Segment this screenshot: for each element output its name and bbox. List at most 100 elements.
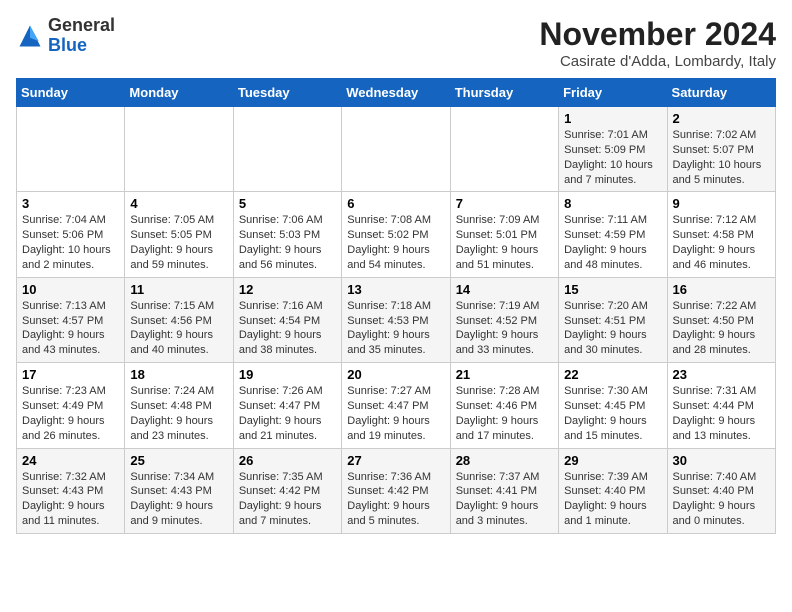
weekday-header: Tuesday: [233, 79, 341, 107]
day-info: Sunrise: 7:09 AM Sunset: 5:01 PM Dayligh…: [456, 213, 553, 272]
day-number: 26: [239, 453, 336, 468]
day-info: Sunrise: 7:23 AM Sunset: 4:49 PM Dayligh…: [22, 384, 119, 443]
calendar-cell: 30 Sunrise: 7:40 AM Sunset: 4:40 PM Dayli…: [667, 448, 775, 533]
calendar-cell: [342, 107, 450, 192]
day-info: Sunrise: 7:11 AM Sunset: 4:59 PM Dayligh…: [564, 213, 661, 272]
calendar-cell: 8 Sunrise: 7:11 AM Sunset: 4:59 PM Daylig…: [559, 192, 667, 277]
day-info: Sunrise: 7:01 AM Sunset: 5:09 PM Dayligh…: [564, 128, 661, 187]
day-info: Sunrise: 7:06 AM Sunset: 5:03 PM Dayligh…: [239, 213, 336, 272]
calendar-cell: 22 Sunrise: 7:30 AM Sunset: 4:45 PM Dayli…: [559, 363, 667, 448]
day-number: 27: [347, 453, 444, 468]
calendar-cell: 4Sunrise: 7:05 AM Sunset: 5:05 PM Daylig…: [125, 192, 233, 277]
calendar-cell: 18Sunrise: 7:24 AM Sunset: 4:48 PM Dayli…: [125, 363, 233, 448]
calendar-cell: 17 Sunrise: 7:23 AM Sunset: 4:49 PM Dayli…: [17, 363, 125, 448]
day-info: Sunrise: 7:12 AM Sunset: 4:58 PM Dayligh…: [673, 213, 770, 272]
day-number: 29: [564, 453, 661, 468]
day-info: Sunrise: 7:40 AM Sunset: 4:40 PM Dayligh…: [673, 470, 770, 529]
day-number: 28: [456, 453, 553, 468]
month-title: November 2024: [539, 16, 776, 53]
calendar-cell: 12 Sunrise: 7:16 AM Sunset: 4:54 PM Dayli…: [233, 277, 341, 362]
weekday-header: Sunday: [17, 79, 125, 107]
day-number: 30: [673, 453, 770, 468]
calendar-cell: [233, 107, 341, 192]
calendar-cell: 6 Sunrise: 7:08 AM Sunset: 5:02 PM Daylig…: [342, 192, 450, 277]
calendar-cell: 1 Sunrise: 7:01 AM Sunset: 5:09 PM Daylig…: [559, 107, 667, 192]
logo-icon: [16, 22, 44, 50]
day-info: Sunrise: 7:16 AM Sunset: 4:54 PM Dayligh…: [239, 299, 336, 358]
page-header: General Blue November 2024 Casirate d'Ad…: [16, 16, 776, 70]
calendar-cell: 24 Sunrise: 7:32 AM Sunset: 4:43 PM Dayli…: [17, 448, 125, 533]
day-info: Sunrise: 7:34 AM Sunset: 4:43 PM Dayligh…: [130, 470, 227, 529]
day-number: 20: [347, 367, 444, 382]
weekday-header: Monday: [125, 79, 233, 107]
calendar-cell: 28 Sunrise: 7:37 AM Sunset: 4:41 PM Dayli…: [450, 448, 558, 533]
day-info: Sunrise: 7:19 AM Sunset: 4:52 PM Dayligh…: [456, 299, 553, 358]
day-number: 2: [673, 111, 770, 126]
day-number: 7: [456, 196, 553, 211]
calendar-cell: 10 Sunrise: 7:13 AM Sunset: 4:57 PM Dayli…: [17, 277, 125, 362]
calendar-cell: 15Sunrise: 7:20 AM Sunset: 4:51 PM Dayli…: [559, 277, 667, 362]
calendar-cell: [450, 107, 558, 192]
weekday-header: Saturday: [667, 79, 775, 107]
calendar-cell: 2 Sunrise: 7:02 AM Sunset: 5:07 PM Daylig…: [667, 107, 775, 192]
day-number: 11: [130, 282, 227, 297]
day-info: Sunrise: 7:15 AM Sunset: 4:56 PM Dayligh…: [130, 299, 227, 358]
day-info: Sunrise: 7:18 AM Sunset: 4:53 PM Dayligh…: [347, 299, 444, 358]
calendar-cell: 21 Sunrise: 7:28 AM Sunset: 4:46 PM Dayli…: [450, 363, 558, 448]
calendar-cell: 3 Sunrise: 7:04 AM Sunset: 5:06 PM Daylig…: [17, 192, 125, 277]
day-number: 21: [456, 367, 553, 382]
day-info: Sunrise: 7:37 AM Sunset: 4:41 PM Dayligh…: [456, 470, 553, 529]
day-info: Sunrise: 7:26 AM Sunset: 4:47 PM Dayligh…: [239, 384, 336, 443]
day-number: 9: [673, 196, 770, 211]
day-number: 17: [22, 367, 119, 382]
calendar-cell: 7 Sunrise: 7:09 AM Sunset: 5:01 PM Daylig…: [450, 192, 558, 277]
logo-text: General Blue: [48, 16, 115, 56]
calendar-cell: 14 Sunrise: 7:19 AM Sunset: 4:52 PM Dayli…: [450, 277, 558, 362]
calendar-cell: 27Sunrise: 7:36 AM Sunset: 4:42 PM Dayli…: [342, 448, 450, 533]
calendar-cell: 29 Sunrise: 7:39 AM Sunset: 4:40 PM Dayli…: [559, 448, 667, 533]
day-number: 10: [22, 282, 119, 297]
day-number: 12: [239, 282, 336, 297]
day-number: 25: [130, 453, 227, 468]
day-info: Sunrise: 7:32 AM Sunset: 4:43 PM Dayligh…: [22, 470, 119, 529]
day-number: 14: [456, 282, 553, 297]
calendar-cell: 16 Sunrise: 7:22 AM Sunset: 4:50 PM Dayli…: [667, 277, 775, 362]
title-block: November 2024 Casirate d'Adda, Lombardy,…: [539, 16, 776, 70]
day-info: Sunrise: 7:20 AM Sunset: 4:51 PM Dayligh…: [564, 299, 661, 358]
day-number: 3: [22, 196, 119, 211]
calendar-cell: 9 Sunrise: 7:12 AM Sunset: 4:58 PM Daylig…: [667, 192, 775, 277]
weekday-header: Wednesday: [342, 79, 450, 107]
calendar-cell: 25 Sunrise: 7:34 AM Sunset: 4:43 PM Dayli…: [125, 448, 233, 533]
day-number: 5: [239, 196, 336, 211]
day-info: Sunrise: 7:02 AM Sunset: 5:07 PM Dayligh…: [673, 128, 770, 187]
day-info: Sunrise: 7:04 AM Sunset: 5:06 PM Dayligh…: [22, 213, 119, 272]
day-info: Sunrise: 7:28 AM Sunset: 4:46 PM Dayligh…: [456, 384, 553, 443]
calendar-cell: 5 Sunrise: 7:06 AM Sunset: 5:03 PM Daylig…: [233, 192, 341, 277]
day-info: Sunrise: 7:31 AM Sunset: 4:44 PM Dayligh…: [673, 384, 770, 443]
logo: General Blue: [16, 16, 115, 56]
day-number: 1: [564, 111, 661, 126]
calendar-cell: 11 Sunrise: 7:15 AM Sunset: 4:56 PM Dayli…: [125, 277, 233, 362]
calendar-cell: [125, 107, 233, 192]
day-info: Sunrise: 7:08 AM Sunset: 5:02 PM Dayligh…: [347, 213, 444, 272]
day-number: 4: [130, 196, 227, 211]
day-info: Sunrise: 7:27 AM Sunset: 4:47 PM Dayligh…: [347, 384, 444, 443]
day-number: 18: [130, 367, 227, 382]
day-number: 13: [347, 282, 444, 297]
day-info: Sunrise: 7:13 AM Sunset: 4:57 PM Dayligh…: [22, 299, 119, 358]
day-info: Sunrise: 7:30 AM Sunset: 4:45 PM Dayligh…: [564, 384, 661, 443]
day-number: 8: [564, 196, 661, 211]
day-info: Sunrise: 7:39 AM Sunset: 4:40 PM Dayligh…: [564, 470, 661, 529]
calendar-cell: 20 Sunrise: 7:27 AM Sunset: 4:47 PM Dayli…: [342, 363, 450, 448]
calendar-cell: 13 Sunrise: 7:18 AM Sunset: 4:53 PM Dayli…: [342, 277, 450, 362]
day-number: 22: [564, 367, 661, 382]
day-number: 19: [239, 367, 336, 382]
weekday-header: Thursday: [450, 79, 558, 107]
calendar-cell: 19 Sunrise: 7:26 AM Sunset: 4:47 PM Dayli…: [233, 363, 341, 448]
day-number: 24: [22, 453, 119, 468]
calendar-cell: [17, 107, 125, 192]
calendar-cell: 23Sunrise: 7:31 AM Sunset: 4:44 PM Dayli…: [667, 363, 775, 448]
day-number: 6: [347, 196, 444, 211]
day-number: 16: [673, 282, 770, 297]
day-info: Sunrise: 7:22 AM Sunset: 4:50 PM Dayligh…: [673, 299, 770, 358]
